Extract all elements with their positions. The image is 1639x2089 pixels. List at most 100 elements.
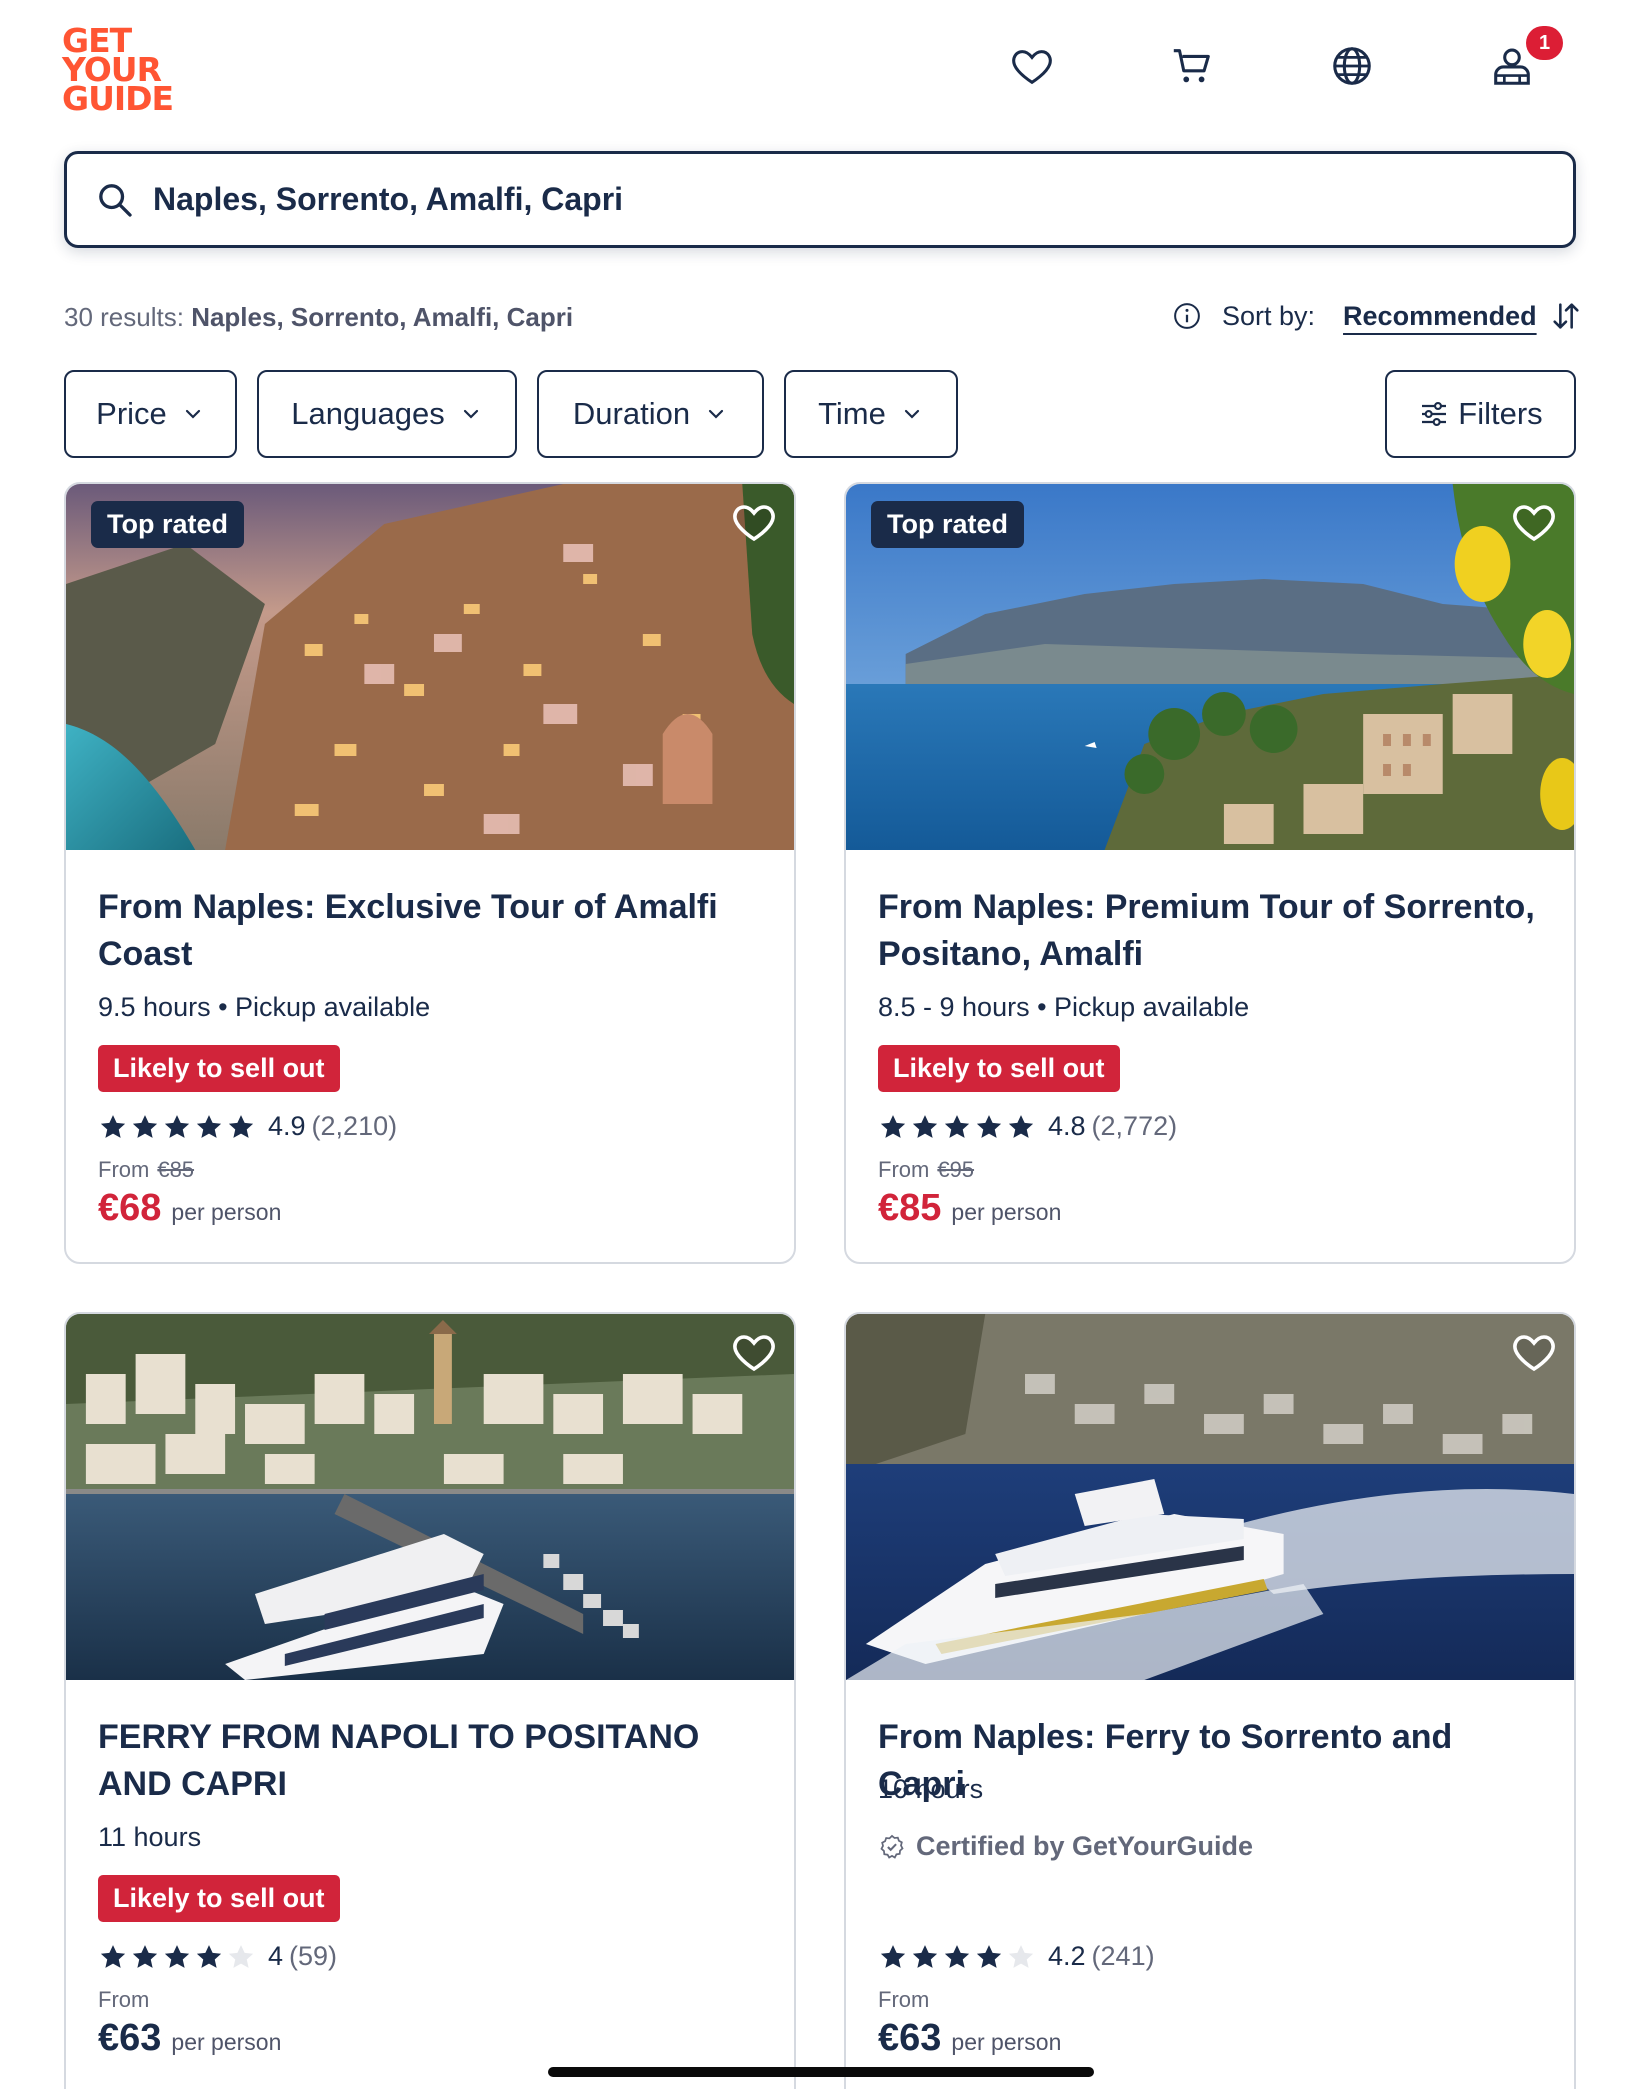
language-button[interactable] [1324,38,1380,94]
rating-value: 4 [268,1941,284,1971]
sort-arrows-icon[interactable] [1549,299,1583,333]
from-text: From [878,1157,930,1182]
rating-value: 4.8 [1048,1111,1086,1141]
cart-button[interactable] [1164,38,1220,94]
results-query: Naples, Sorrento, Amalfi, Capri [191,302,574,332]
info-icon[interactable] [1172,301,1202,331]
search-value: Naples, Sorrento, Amalfi, Capri [153,181,624,217]
filter-price-label: Price [96,396,167,431]
activity-title[interactable]: FERRY FROM NAPOLI TO POSITANO AND CAPRI [98,1714,758,1808]
from-label: From [878,1987,930,2012]
results-summary: 30 results: Naples, Sorrento, Amalfi, Ca… [64,302,573,333]
heart-icon[interactable] [1510,498,1558,546]
heart-icon[interactable] [730,1328,778,1376]
certified-label: Certified by GetYourGuide [878,1831,1253,1862]
star-icon [100,1114,126,1138]
star-icon [164,1114,190,1138]
filter-duration-label: Duration [572,396,691,431]
chevron-down-icon [185,409,200,419]
activity-card[interactable]: Top rated From Naples: Exclusive Tour of… [64,482,796,1264]
star-icon [1008,1114,1034,1138]
filter-time-label: Time [818,396,886,431]
star-icon [196,1944,222,1968]
price: €85 per person [878,1187,1061,1230]
rating: 4.9 (2,210) [98,1111,397,1142]
original-price: €95 [937,1157,975,1182]
activity-card[interactable]: Top rated From Naples: Premium Tour of S… [844,482,1576,1264]
likely-to-sell-out-badge: Likely to sell out [98,1875,340,1922]
star-icon [196,1114,222,1138]
per-person-label: per person [951,2029,1062,2055]
per-person-label: per person [951,1199,1062,1225]
filter-price-button[interactable]: Price [64,370,237,458]
review-count: (241) [1091,1941,1155,1971]
search-input[interactable]: Naples, Sorrento, Amalfi, Capri [64,151,1576,248]
original-price: €85 [157,1157,195,1182]
from-label: From €95 [878,1157,974,1183]
heart-icon [1012,50,1052,85]
from-text: From [98,1157,150,1182]
all-filters-button[interactable]: Filters [1385,370,1576,458]
globe-icon [1333,47,1371,85]
likely-to-sell-out-badge: Likely to sell out [878,1045,1120,1092]
top-rated-badge: Top rated [91,501,244,548]
activity-meta: 8.5 - 9 hours • Pickup available [878,992,1250,1022]
getyourguide-logo[interactable]: GET YOUR GUIDE [62,24,180,118]
home-indicator[interactable] [548,2067,1094,2077]
wishlist-button[interactable] [1004,38,1060,94]
activity-image [846,1314,1574,1680]
star-icon [976,1114,1002,1138]
star-icon [132,1944,158,1968]
rating: 4 (59) [98,1941,337,1972]
star-icon [880,1114,906,1138]
price-amount: €68 [98,1187,162,1229]
chevron-down-icon [463,409,478,419]
activity-title[interactable]: From Naples: Premium Tour of Sorrento, P… [878,884,1538,978]
chevron-down-icon [708,409,724,419]
rating: 4.2 (241) [878,1941,1155,1972]
sliders-icon [1422,401,1447,427]
activity-meta: 9.5 hours • Pickup available [98,992,431,1022]
activity-meta: 11 hours [98,1822,202,1852]
star-empty-icon [1008,1944,1034,1968]
search-icon [99,183,132,217]
star-icon [228,1114,254,1138]
review-count: (59) [289,1941,338,1971]
filter-languages-button[interactable]: Languages [257,370,517,458]
activity-image [66,1314,794,1680]
likely-to-sell-out-badge: Likely to sell out [98,1045,340,1092]
filter-duration-button[interactable]: Duration [537,370,764,458]
star-icon [132,1114,158,1138]
logo-line: GUIDE [62,79,174,118]
star-icon [912,1944,938,1968]
activity-card[interactable]: FERRY FROM NAPOLI TO POSITANO AND CAPRI … [64,1312,796,2089]
top-rated-badge: Top rated [871,501,1024,548]
page: GET YOUR GUIDE 1 Naples, Sorrento, Amalf… [0,0,1639,2089]
star-icon [944,1944,970,1968]
star-icon [100,1944,126,1968]
activity-card[interactable]: From Naples: Ferry to Sorrento and Capri… [844,1312,1576,2089]
review-count: (2,772) [1091,1111,1178,1141]
rating-value: 4.2 [1048,1941,1086,1971]
heart-icon[interactable] [730,498,778,546]
star-icon [912,1114,938,1138]
price-amount: €63 [98,2017,162,2059]
price: €63 per person [878,2017,1061,2060]
price-amount: €85 [878,1187,942,1229]
per-person-label: per person [171,1199,282,1225]
price: €63 per person [98,2017,281,2060]
star-icon [944,1114,970,1138]
certified-check-icon [880,1834,904,1859]
from-label: From [98,1987,150,2012]
sort-dropdown[interactable]: Recommended [1343,301,1537,332]
cart-icon [1173,49,1210,83]
heart-icon[interactable] [1510,1328,1558,1376]
star-icon [164,1944,190,1968]
rating-value: 4.9 [268,1111,306,1141]
price-amount: €63 [878,2017,942,2059]
filter-time-button[interactable]: Time [784,370,958,458]
per-person-label: per person [171,2029,282,2055]
activity-title[interactable]: From Naples: Exclusive Tour of Amalfi Co… [98,884,758,978]
certified-text: Certified by GetYourGuide [916,1831,1254,1861]
star-icon [880,1944,906,1968]
